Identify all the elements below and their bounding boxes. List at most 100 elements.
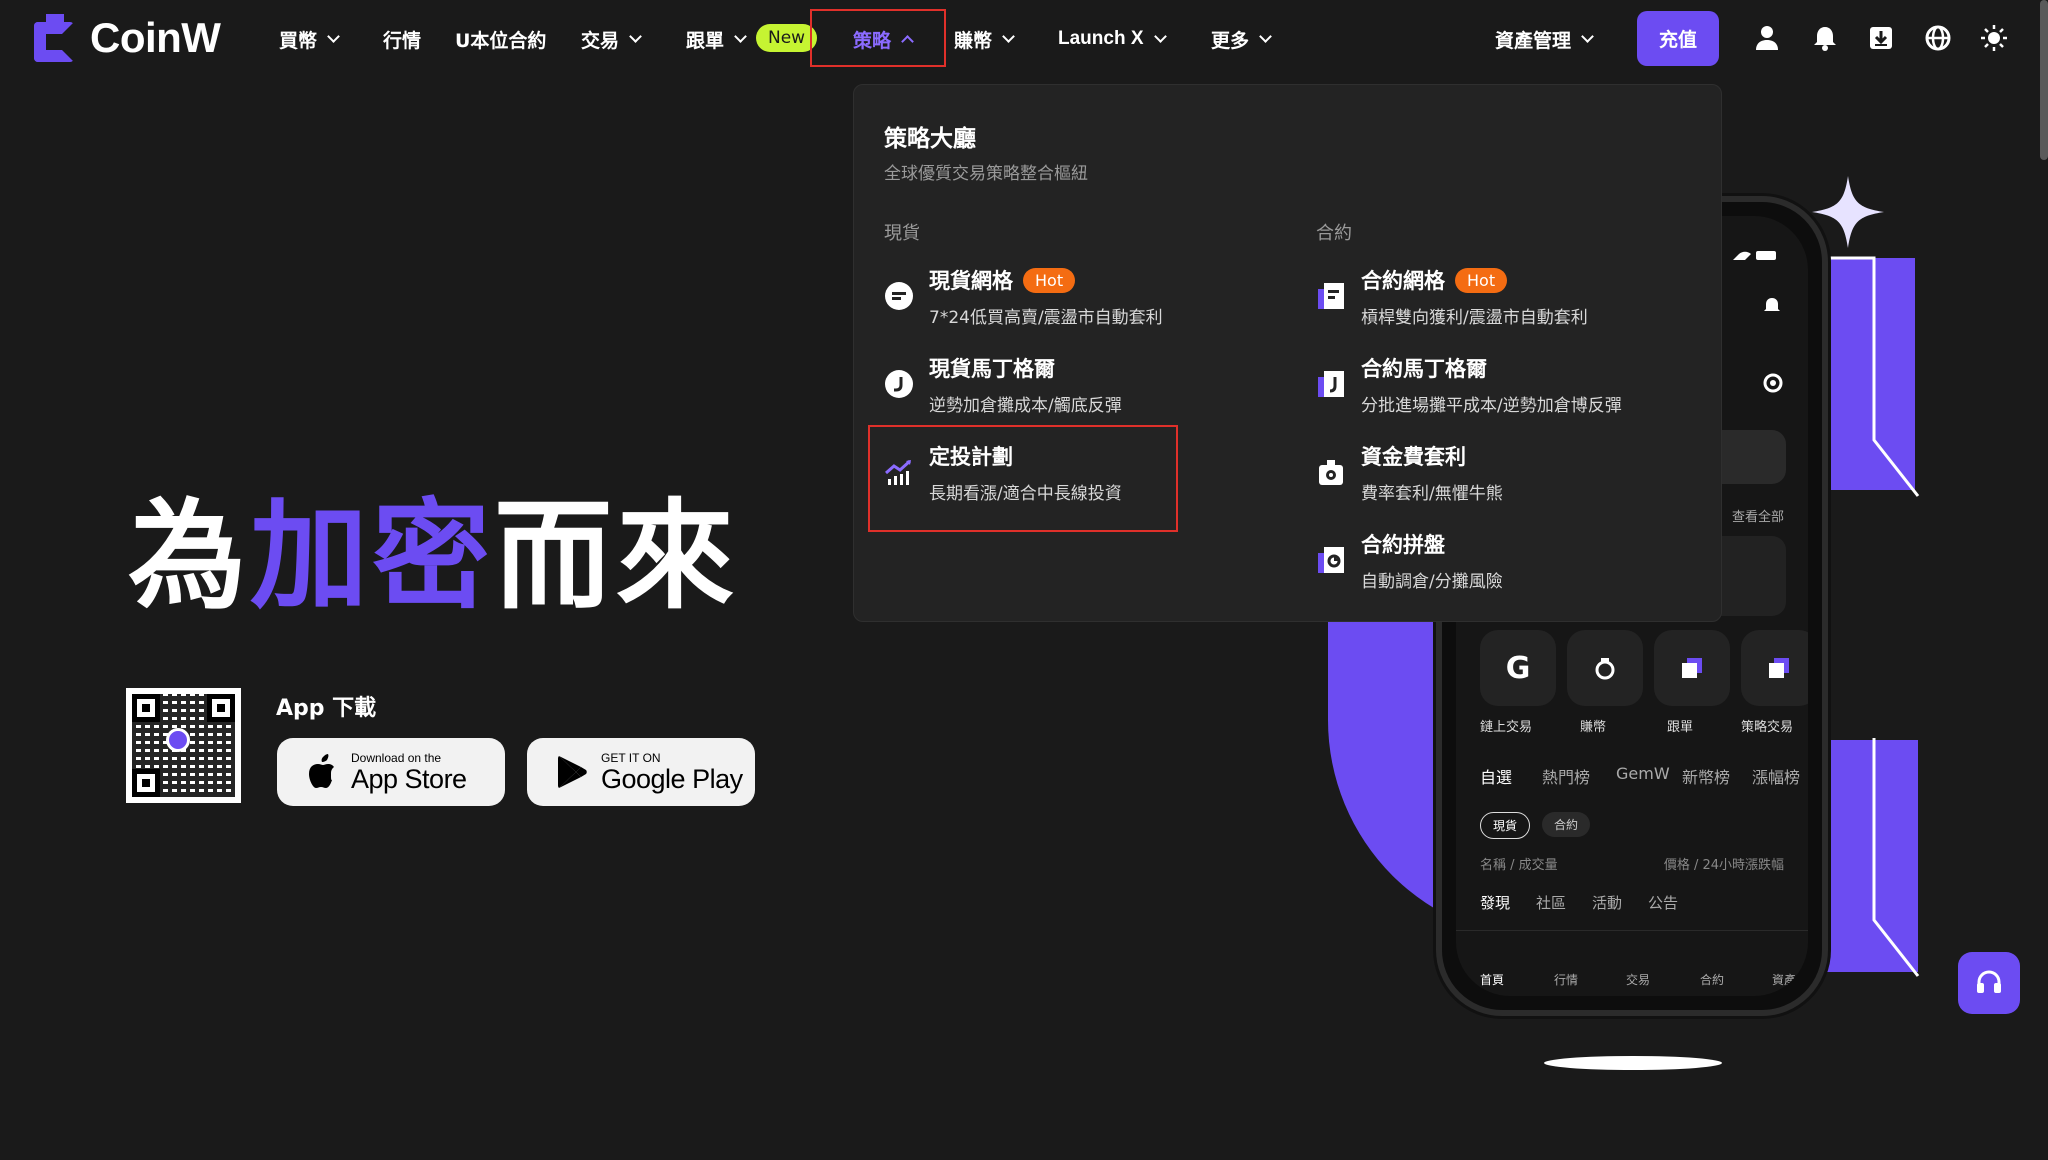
phone-bottom-nav-item: 首頁: [1480, 973, 1505, 987]
new-badge: New: [756, 24, 818, 52]
futures-header: 合約: [1316, 223, 1352, 244]
chevron-down-icon: [1259, 29, 1272, 43]
phone-tile-label: 賺幣: [1580, 720, 1607, 735]
gplay-big-text: Google Play: [601, 763, 743, 794]
phone-discover-tab: 公告: [1648, 894, 1679, 912]
phone-view-all: 查看全部: [1731, 510, 1784, 525]
strategy-item-spot-martingale[interactable]: 現貨馬丁格爾 逆勢加倉攤成本/觸底反彈: [884, 349, 1244, 425]
top-nav: CoinW 買幣 行情 U本位合約 交易 跟單 New 策略 賺幣 Launch…: [0, 0, 2048, 78]
nav-strategy[interactable]: 策略: [853, 22, 914, 56]
phone-col-left: 名稱 / 成交量: [1480, 858, 1558, 873]
dropdown-title: 策略大廳: [884, 126, 976, 152]
apple-icon: [309, 754, 334, 788]
theme-sun-icon[interactable]: [1980, 24, 2008, 52]
nav-earn[interactable]: 賺幣: [954, 22, 1015, 56]
coinw-logo[interactable]: CoinW: [34, 14, 221, 62]
app-store-button[interactable]: Download on the App Store: [277, 738, 505, 806]
phone-tile-label: 鏈上交易: [1480, 720, 1533, 735]
phone-tile-strategy-icon: [1741, 630, 1808, 706]
phone-market-tab: GemW: [1616, 764, 1670, 783]
phone-discover-tab: 活動: [1592, 894, 1623, 912]
strategy-name: 現貨馬丁格爾: [929, 357, 1055, 381]
strategy-item-spot-grid[interactable]: 現貨網格 Hot 7*24低買高賣/震盪市自動套利: [884, 261, 1244, 337]
futures-martingale-icon: [1318, 371, 1344, 397]
chevron-down-icon: [1153, 29, 1167, 43]
nav-market[interactable]: 行情: [383, 22, 421, 56]
chevron-down-icon: [1002, 29, 1015, 43]
spot-grid-icon: [885, 282, 913, 310]
phone-discover-tab: 發現: [1480, 894, 1511, 912]
phone-bottom-nav-item: 交易: [1626, 973, 1651, 987]
strategy-desc: 費率套利/無懼牛熊: [1361, 484, 1503, 504]
decor-outline: [1872, 738, 1920, 977]
strategy-name: 資金費套利: [1361, 445, 1466, 469]
phone-col-right: 價格 / 24小時漲跌幅: [1663, 858, 1784, 873]
nav-launchx[interactable]: Launch X: [1058, 22, 1167, 56]
strategy-desc: 逆勢加倉攤成本/觸底反彈: [929, 396, 1122, 416]
logo-text: CoinW: [90, 14, 221, 61]
phone-bell-icon: [1764, 298, 1780, 311]
phone-tile-label: 跟單: [1667, 720, 1694, 735]
nav-trade[interactable]: 交易: [581, 22, 642, 56]
phone-market-tab: 自選: [1480, 768, 1513, 787]
phone-market-tab: 熱門榜: [1542, 768, 1591, 787]
strategy-item-funding-arb[interactable]: 資金費套利 費率套利/無懼牛熊: [1316, 437, 1676, 513]
phone-chip: 現貨: [1480, 812, 1531, 839]
qr-logo-icon: [166, 728, 190, 752]
nav-more[interactable]: 更多: [1211, 22, 1272, 56]
download-icon[interactable]: [1867, 24, 1895, 52]
headset-icon: [1977, 970, 2001, 993]
strategy-item-futures-martingale[interactable]: 合約馬丁格爾 分批進場攤平成本/逆勢加倉博反彈: [1316, 349, 1676, 425]
chevron-down-icon: [629, 29, 642, 43]
deposit-button[interactable]: 充值: [1637, 11, 1719, 66]
nav-earn-label: 賺幣: [954, 29, 993, 52]
gplay-small-text: GET IT ON: [601, 750, 661, 765]
phone-market-tab: 漲幅榜: [1752, 768, 1801, 787]
nav-copy[interactable]: 跟單: [686, 22, 747, 56]
funding-arb-icon: [1319, 460, 1343, 485]
strategy-name: 合約網格: [1361, 269, 1445, 293]
phone-bottom-nav-item: 資產: [1772, 973, 1797, 987]
google-play-button[interactable]: GET IT ON Google Play: [527, 738, 755, 806]
phone-bottom-nav-item: 合約: [1700, 973, 1725, 987]
strategy-name: 合約馬丁格爾: [1361, 357, 1487, 381]
globe-icon[interactable]: [1924, 24, 1952, 52]
chevron-down-icon: [734, 29, 747, 43]
dropdown-subtitle: 全球優質交易策略整合樞紐: [884, 164, 1088, 184]
chevron-down-icon: [327, 29, 340, 43]
appstore-big-text: App Store: [351, 763, 467, 794]
nav-assets-label: 資產管理: [1495, 29, 1572, 52]
phone-shadow: [1544, 1056, 1722, 1070]
nav-more-label: 更多: [1211, 29, 1250, 52]
chevron-up-icon: [901, 34, 914, 48]
google-play-icon: [558, 756, 587, 788]
bell-icon[interactable]: [1811, 24, 1839, 52]
strategy-dropdown: 策略大廳 全球優質交易策略整合樞紐 現貨 合約 現貨網格 Hot 7*24低買高賣…: [853, 84, 1722, 622]
phone-chip: 合約: [1542, 812, 1591, 837]
appstore-small-text: Download on the: [351, 750, 442, 765]
nav-usdt-futures[interactable]: U本位合約: [455, 22, 546, 56]
strategy-name: 合約拼盤: [1361, 533, 1445, 557]
nav-buy-label: 買幣: [279, 29, 318, 52]
customer-support-button[interactable]: [1958, 952, 2020, 1014]
strategy-desc: 自動調倉/分攤風險: [1361, 572, 1503, 592]
strategy-item-futures-grid[interactable]: 合約網格 Hot 槓桿雙向獲利/震盪市自動套利: [1316, 261, 1676, 337]
phone-eye-icon: [1763, 373, 1783, 393]
user-icon[interactable]: [1753, 24, 1781, 52]
page-scrollbar[interactable]: [2040, 0, 2048, 160]
hot-badge: Hot: [1455, 268, 1508, 293]
phone-tile-copy-icon: [1654, 630, 1730, 706]
spot-header: 現貨: [884, 223, 920, 244]
spot-martingale-icon: [885, 370, 913, 398]
futures-portfolio-icon: [1318, 547, 1344, 573]
nav-market-label: 行情: [383, 29, 422, 52]
nav-buy[interactable]: 買幣: [279, 22, 340, 56]
decor-outline: [1822, 256, 1920, 497]
hero-title-part-3: 而來: [494, 487, 739, 625]
hero-title-part-1: 為: [128, 487, 251, 625]
nav-assets[interactable]: 資產管理: [1495, 22, 1594, 56]
strategy-item-futures-portfolio[interactable]: 合約拼盤 自動調倉/分攤風險: [1316, 525, 1676, 601]
app-qr-code: [126, 688, 241, 803]
nav-copy-label: 跟單: [686, 29, 725, 52]
logo-mark-icon: [34, 14, 76, 62]
